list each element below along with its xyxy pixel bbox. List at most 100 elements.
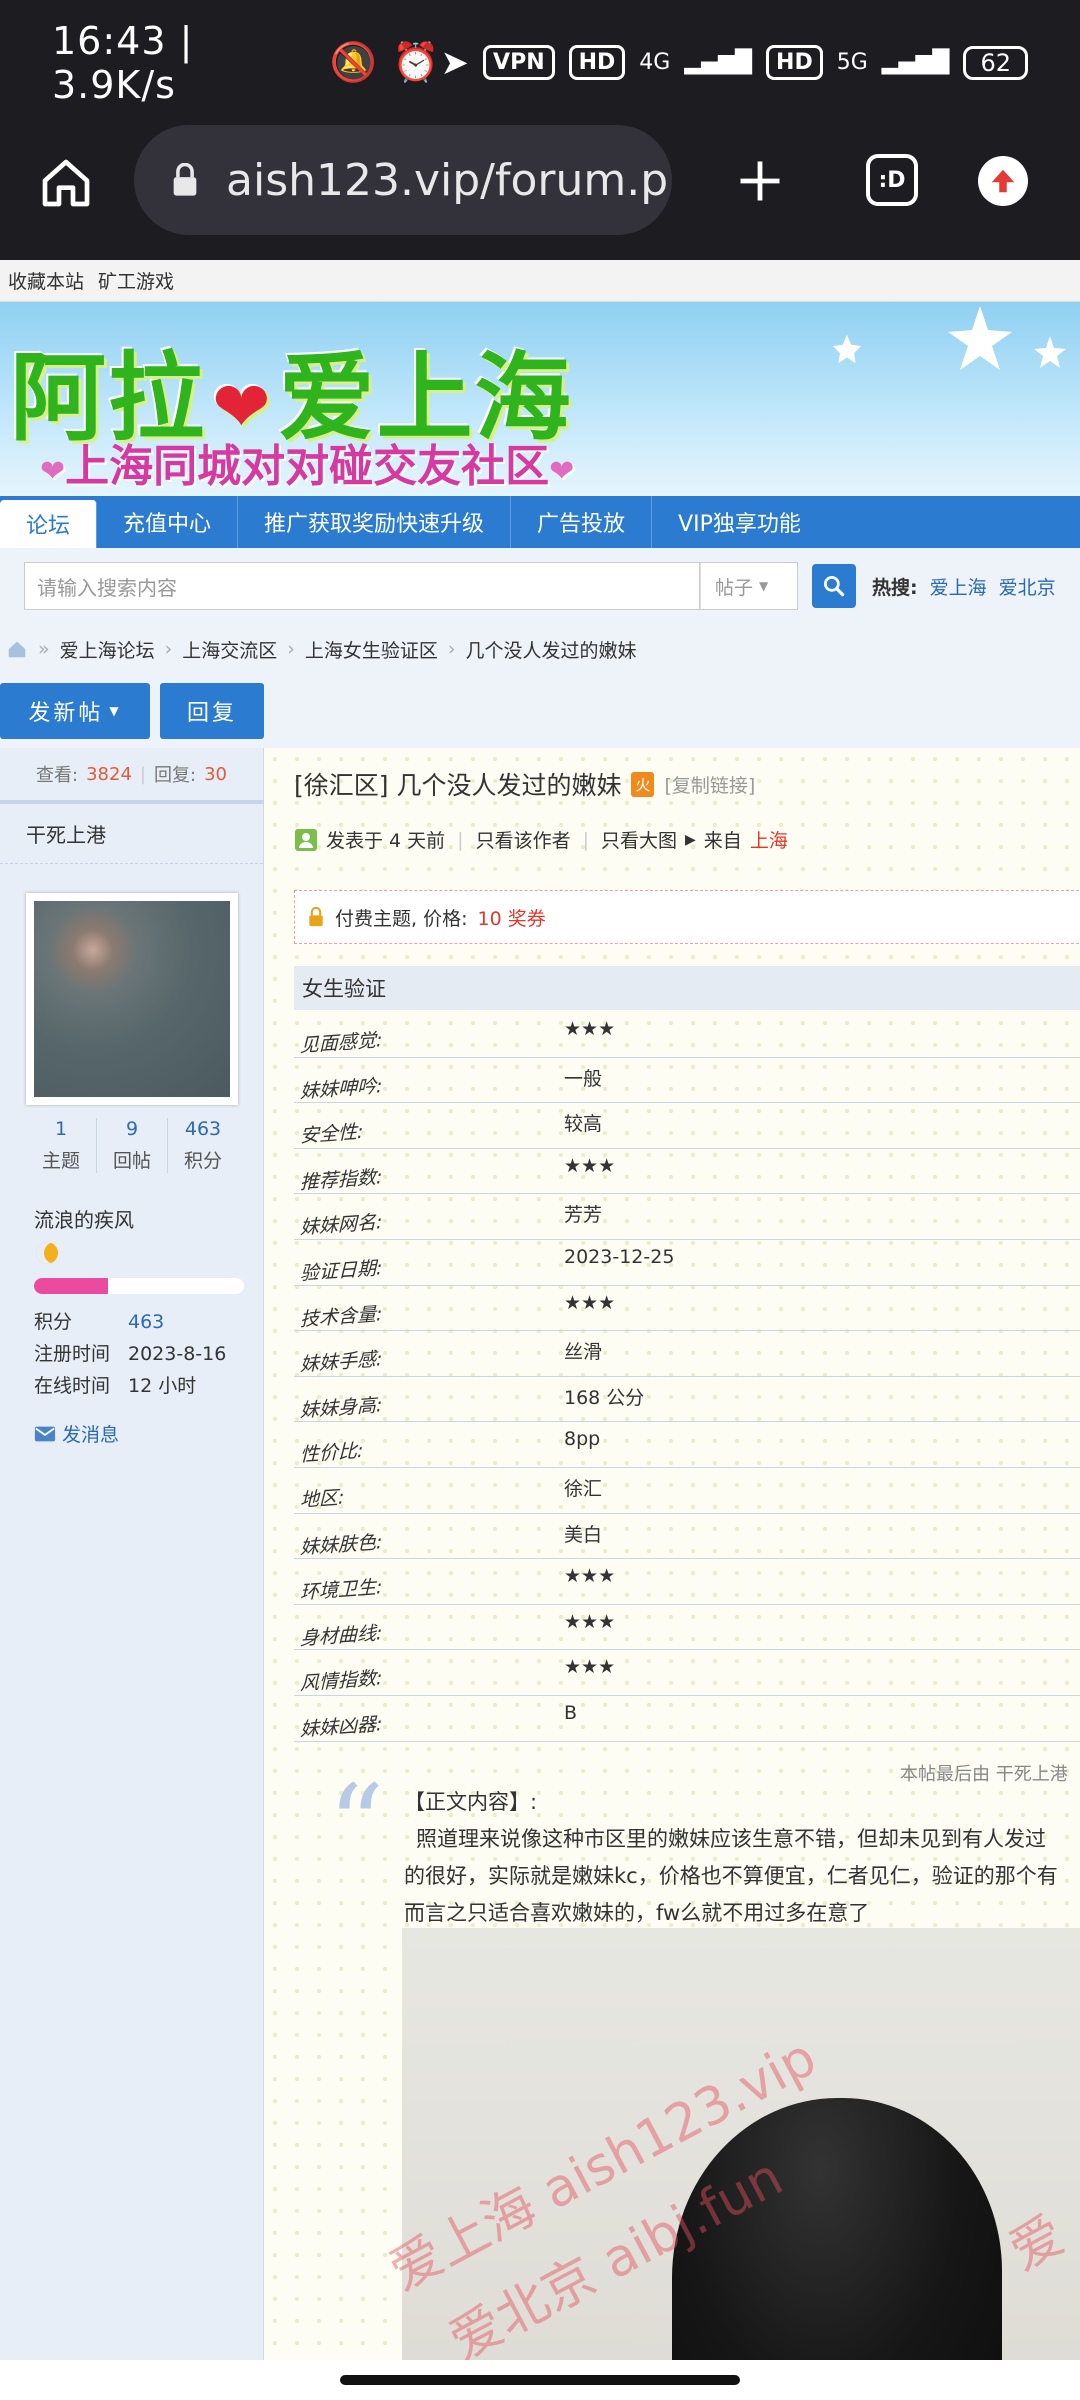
home-icon[interactable]	[6, 638, 28, 660]
hot-link-shanghai[interactable]: 爱上海	[930, 573, 987, 600]
verify-field-value: ★★★	[564, 1018, 616, 1040]
moon-icon	[36, 1242, 58, 1264]
send-message-button[interactable]: 发消息	[34, 1420, 119, 1447]
only-author-link[interactable]: 只看该作者	[476, 826, 571, 853]
user-info: 积分 463 注册时间 2023-8-16 在线时间 12 小时	[34, 1306, 226, 1402]
stat-label: 积分	[183, 1150, 222, 1172]
nav-forum[interactable]: 论坛	[0, 500, 98, 548]
body-line: 照道理来说像这种市区里的嫩妹应该生意不错，但却未见到有人发过	[416, 1827, 1046, 1851]
from-location[interactable]: 上海	[750, 826, 788, 853]
new-tab-icon[interactable]	[734, 155, 786, 207]
verify-row: 见面感觉: ★★★	[294, 1012, 1080, 1058]
reply-button[interactable]: 回复	[160, 683, 264, 739]
verify-row: 技术含量: ★★★	[294, 1286, 1080, 1332]
verify-row: 妹妹手感: 丝滑	[294, 1331, 1080, 1377]
only-big-images-link[interactable]: 只看大图	[601, 826, 677, 853]
user-stat-topics[interactable]: 1 主题	[26, 1118, 97, 1173]
hot-link-beijing[interactable]: 爱北京	[999, 573, 1056, 600]
copy-link-button[interactable]: [复制链接]	[664, 771, 755, 798]
breadcrumb-thread: 几个没人发过的嫩妹	[465, 639, 637, 662]
info-value: 2023-8-16	[128, 1343, 227, 1365]
post-meta: 发表于 4 天前 | 只看该作者 | 只看大图 ▶ 来自 上海	[294, 826, 788, 853]
arrow-up-icon	[991, 169, 1015, 193]
quote-icon: “	[328, 1761, 385, 1889]
tab-switcher-button[interactable]: :D	[866, 154, 918, 206]
verify-field-value: 168 公分	[564, 1386, 645, 1409]
heart-icon: ❤	[40, 454, 66, 489]
chevron-down-icon: ▼	[759, 579, 769, 593]
thread-actions: 发新帖 ▼ 回复	[0, 674, 1080, 748]
verify-field-value: ★★★	[564, 1610, 616, 1633]
url-text: aish123.vip/forum.ph	[226, 154, 672, 206]
rank-progress-fill	[34, 1278, 108, 1294]
user-stat-points[interactable]: 463 积分	[168, 1118, 238, 1173]
stat-label: 回帖	[112, 1150, 151, 1172]
post-body: 【正文内容】: 照道理来说像这种市区里的嫩妹应该生意不错，但却未见到有人发过 的…	[404, 1784, 1080, 1932]
views-count: 3824	[86, 763, 132, 785]
bookmark-site-link[interactable]: 收藏本站	[8, 267, 84, 294]
body-heading: 【正文内容】:	[404, 1790, 538, 1814]
home-icon[interactable]	[38, 155, 94, 211]
breadcrumb: » 爱上海论坛 › 上海交流区 › 上海女生验证区 › 几个没人发过的嫩妹	[0, 624, 1080, 674]
breadcrumb-separator: ›	[447, 638, 456, 660]
verify-field-label: 妹妹凶器:	[300, 1713, 383, 1741]
search-type-select[interactable]: 帖子 ▼	[700, 562, 798, 610]
update-button[interactable]	[978, 156, 1028, 206]
site-banner[interactable]: 阿拉❤爱上海 ❤上海同城对对碰交友社区❤	[0, 302, 1080, 496]
author-name[interactable]: 干死上港	[0, 804, 263, 864]
breadcrumb-forum[interactable]: 爱上海论坛	[60, 636, 155, 663]
last-edit-note: 本帖最后由 干死上港	[900, 1764, 1068, 1785]
hot-searches: 热搜: 爱上海 爱北京	[872, 562, 1056, 610]
stat-label: 主题	[41, 1150, 80, 1172]
banner-subtitle: ❤上海同城对对碰交友社区❤	[40, 430, 574, 494]
clock-and-speed: 16:43 | 3.9K/s	[52, 18, 194, 107]
verify-field-label: 性价比:	[300, 1440, 364, 1467]
search-button[interactable]	[812, 564, 856, 608]
verify-field-label: 地区:	[300, 1486, 345, 1512]
stat-value: 9	[125, 1118, 139, 1140]
verify-row: 妹妹肤色: 美白	[294, 1514, 1080, 1560]
user-stat-replies[interactable]: 9 回帖	[97, 1118, 168, 1173]
breadcrumb-verify[interactable]: 上海女生验证区	[305, 636, 438, 663]
stat-value: 1	[54, 1118, 68, 1140]
new-post-button[interactable]: 发新帖 ▼	[0, 683, 150, 739]
url-bar[interactable]: aish123.vip/forum.ph	[134, 125, 672, 235]
verify-field-value: B	[564, 1701, 578, 1724]
signal-label-2: 5G	[836, 50, 868, 75]
verify-row: 环境卫生: ★★★	[294, 1559, 1080, 1605]
meta-separator: |	[582, 828, 589, 851]
verify-field-label: 妹妹肤色:	[300, 1530, 383, 1559]
avatar[interactable]	[26, 893, 238, 1105]
verify-row: 妹妹呻吟: 一般	[294, 1058, 1080, 1104]
new-post-label: 发新帖	[28, 701, 104, 726]
signal-label-1: 4G	[639, 50, 671, 75]
home-gesture-handle[interactable]	[340, 2375, 740, 2385]
nav-promotion[interactable]: 推广获取奖励快速升级	[238, 496, 512, 548]
nav-recharge[interactable]: 充值中心	[97, 496, 239, 548]
verify-field-label: 妹妹手感:	[300, 1348, 383, 1377]
lock-icon	[309, 907, 323, 927]
post-content-area: [徐汇区] 几个没人发过的嫩妹 火 [复制链接] 发表于 4 天前 | 只看该作…	[264, 748, 1080, 2360]
verify-field-value: 美白	[564, 1523, 603, 1546]
verify-row: 妹妹网名: 芳芳	[294, 1194, 1080, 1240]
verify-field-value: 8pp	[564, 1428, 601, 1451]
search-input[interactable]: 请输入搜索内容	[24, 562, 700, 610]
verify-field-label: 见面感觉:	[300, 1029, 383, 1057]
verify-field-value: 较高	[564, 1113, 603, 1136]
verify-table: 见面感觉: ★★★ 妹妹呻吟: 一般 安全性: 较高 推荐指数: ★★★ 妹妹网名: 芳芳 验证日期…	[294, 1012, 1080, 1742]
nav-ads[interactable]: 广告投放	[511, 496, 653, 548]
verify-field-value: 丝滑	[564, 1341, 603, 1364]
lock-icon	[173, 163, 197, 196]
gesture-bar	[0, 2360, 1080, 2400]
miner-game-link[interactable]: 矿工游戏	[98, 267, 174, 294]
breadcrumb-exchange[interactable]: 上海交流区	[182, 636, 277, 663]
verify-field-value: ★★★	[564, 1154, 616, 1177]
nav-vip[interactable]: VIP独享功能	[652, 496, 827, 548]
hot-label: 热搜:	[872, 576, 918, 599]
user-rank: 流浪的疾风	[34, 1208, 134, 1232]
verify-field-label: 妹妹身高:	[300, 1393, 383, 1422]
verify-field-label: 身材曲线:	[300, 1621, 383, 1650]
hot-badge: 火	[631, 771, 655, 797]
posted-time: 发表于 4 天前	[326, 830, 446, 852]
banner-subtitle-text: 上海同城对对碰交友社区	[65, 441, 550, 492]
